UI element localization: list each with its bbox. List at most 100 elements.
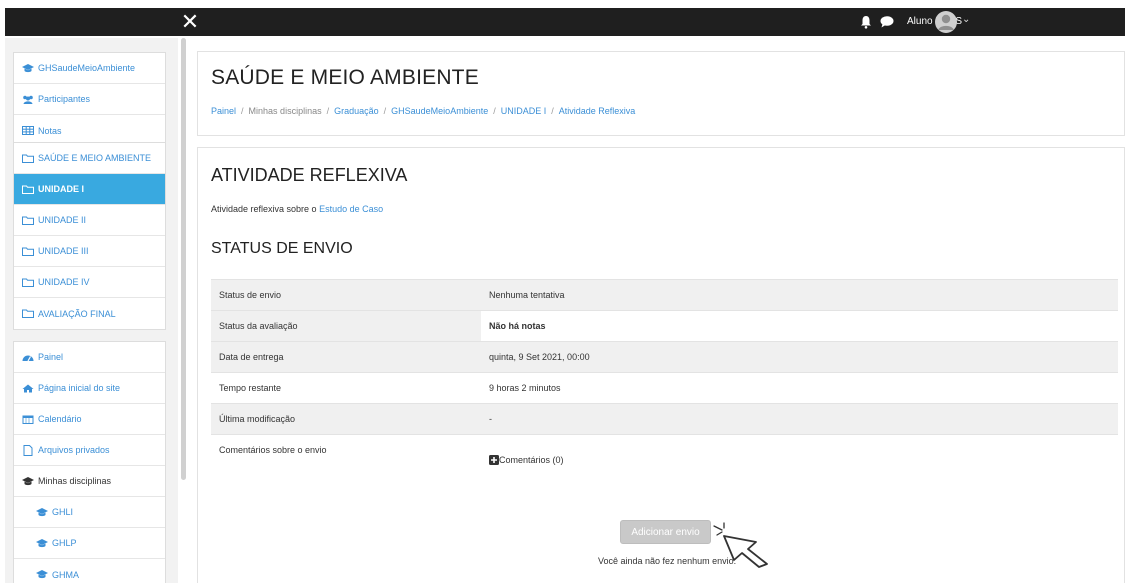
- nav-item-label: GHLI: [52, 507, 74, 517]
- nav-item-course-ghlp[interactable]: GHLP: [14, 528, 165, 559]
- drawer-scrollbar[interactable]: [181, 38, 186, 480]
- nav-item-label: Página inicial do site: [38, 383, 121, 393]
- graduation-cap-icon: [36, 570, 48, 579]
- submission-status-table: Status de envio Nenhuma tentativa Status…: [211, 279, 1118, 483]
- plus-square-icon: [489, 455, 499, 465]
- graduation-cap-icon: [36, 507, 48, 516]
- nav-item-avaliacao-final[interactable]: AVALIAÇÃO FINAL: [14, 298, 165, 329]
- graduation-cap-icon: [22, 63, 34, 72]
- nav-item-label: Participantes: [38, 94, 91, 104]
- chevron-down-icon[interactable]: ⌄: [962, 14, 970, 25]
- breadcrumb-separator: /: [383, 106, 387, 116]
- graduation-cap-icon: [36, 538, 48, 547]
- nav-item-label: Calendário: [38, 414, 82, 424]
- site-nav: Painel Página inicial do site Calendário…: [13, 341, 166, 583]
- top-navbar: ✕ Aluno FPCS ⌄: [5, 8, 1125, 36]
- comments-label: Comentários (0): [499, 455, 564, 465]
- breadcrumb-graduacao[interactable]: Graduação: [334, 106, 379, 116]
- nav-item-label: SAÚDE E MEIO AMBIENTE: [38, 153, 152, 163]
- nav-item-course-home[interactable]: GHSaudeMeioAmbiente: [14, 53, 165, 84]
- nav-item-label: Painel: [38, 352, 64, 362]
- nav-item-site-home[interactable]: Página inicial do site: [14, 373, 165, 404]
- nav-item-label: Arquivos privados: [38, 445, 110, 455]
- table-row: Tempo restante 9 horas 2 minutos: [211, 372, 1118, 404]
- nav-item-participants[interactable]: Participantes: [14, 84, 165, 115]
- nav-item-painel[interactable]: Painel: [14, 342, 165, 373]
- page-header-card: [197, 51, 1125, 136]
- nav-item-course-ghli[interactable]: GHLI: [14, 497, 165, 528]
- breadcrumb-minhas-disciplinas: Minhas disciplinas: [248, 106, 322, 116]
- row-value: Não há notas: [481, 310, 1118, 342]
- row-label: Status da avaliação: [211, 310, 481, 342]
- nav-item-private-files[interactable]: Arquivos privados: [14, 435, 165, 466]
- bell-icon[interactable]: [860, 15, 872, 29]
- breadcrumb-activity[interactable]: Atividade Reflexiva: [559, 106, 636, 116]
- nav-item-course-ghma[interactable]: GHMA: [14, 559, 165, 583]
- breadcrumb-separator: /: [493, 106, 496, 116]
- table-row: Última modificação -: [211, 403, 1118, 435]
- close-drawer-icon[interactable]: ✕: [178, 10, 202, 34]
- calendar-icon: [22, 415, 34, 424]
- graduation-cap-icon: [22, 476, 34, 485]
- row-label: Status de envio: [211, 279, 481, 311]
- activity-description-text: Atividade reflexiva sobre o: [211, 204, 320, 214]
- breadcrumb-painel[interactable]: Painel: [211, 106, 236, 116]
- nav-item-unidade-4[interactable]: UNIDADE IV: [14, 267, 165, 298]
- nav-item-label: AVALIAÇÃO FINAL: [38, 308, 116, 319]
- folder-icon: [22, 185, 34, 194]
- breadcrumb-unit[interactable]: UNIDADE I: [501, 106, 547, 116]
- nav-item-label: Notas: [38, 125, 62, 136]
- row-value: Comentários (0): [481, 434, 1118, 483]
- nav-item-label: GHMA: [52, 569, 79, 580]
- table-row: Status de envio Nenhuma tentativa: [211, 279, 1118, 311]
- nav-item-unidade-2[interactable]: UNIDADE II: [14, 205, 165, 236]
- folder-icon: [22, 216, 34, 225]
- nav-item-my-courses[interactable]: Minhas disciplinas: [14, 466, 165, 497]
- folder-icon: [22, 278, 34, 287]
- breadcrumb-separator: /: [241, 106, 244, 116]
- folder-icon: [22, 247, 34, 256]
- nav-item-label: UNIDADE I: [38, 184, 85, 194]
- activity-description: Atividade reflexiva sobre o Estudo de Ca…: [211, 204, 383, 214]
- nav-item-label: UNIDADE IV: [38, 277, 90, 287]
- nav-item-calendar[interactable]: Calendário: [14, 404, 165, 435]
- comments-toggle[interactable]: Comentários (0): [489, 455, 1118, 465]
- folder-icon: [22, 154, 34, 163]
- page-title: SAÚDE E MEIO AMBIENTE: [211, 66, 479, 89]
- row-value: Nenhuma tentativa: [481, 279, 1118, 311]
- activity-title: ATIVIDADE REFLEXIVA: [211, 165, 408, 185]
- table-row: Comentários sobre o envio Comentários (0…: [211, 434, 1118, 483]
- nav-item-label: Minhas disciplinas: [38, 476, 112, 486]
- nav-item-label: GHLP: [52, 538, 77, 548]
- nav-item-label: UNIDADE III: [38, 246, 89, 256]
- row-label: Tempo restante: [211, 372, 481, 404]
- chat-icon[interactable]: [880, 15, 894, 28]
- click-cursor-icon: [713, 522, 768, 568]
- row-value: 9 horas 2 minutos: [481, 372, 1118, 404]
- nav-item-unidade-3[interactable]: UNIDADE III: [14, 236, 165, 267]
- table-row: Data de entrega quinta, 9 Set 2021, 00:0…: [211, 341, 1118, 373]
- breadcrumb-course[interactable]: GHSaudeMeioAmbiente: [391, 106, 488, 116]
- add-submission-button[interactable]: Adicionar envio: [620, 520, 711, 544]
- breadcrumb-separator: /: [551, 106, 554, 116]
- folder-icon: [22, 309, 34, 318]
- row-label: Última modificação: [211, 403, 481, 435]
- users-icon: [23, 95, 33, 104]
- row-value: -: [481, 403, 1118, 435]
- sections-nav: SAÚDE E MEIO AMBIENTE UNIDADE I UNIDADE …: [13, 142, 166, 330]
- table-icon: [22, 126, 34, 135]
- breadcrumb: Painel / Minhas disciplinas / Graduação / GHSa…: [211, 106, 635, 116]
- row-value: quinta, 9 Set 2021, 00:00: [481, 341, 1118, 373]
- file-icon: [23, 444, 33, 456]
- avatar-icon[interactable]: [935, 11, 957, 33]
- nav-item-unidade-1[interactable]: UNIDADE I: [14, 174, 165, 205]
- home-icon: [22, 384, 34, 392]
- nav-item-section-saude[interactable]: SAÚDE E MEIO AMBIENTE: [14, 143, 165, 174]
- nav-item-label: GHSaudeMeioAmbiente: [38, 63, 136, 73]
- row-label: Data de entrega: [211, 341, 481, 373]
- table-row: Status da avaliação Não há notas: [211, 310, 1118, 342]
- case-study-link[interactable]: Estudo de Caso: [319, 204, 383, 214]
- row-label: Comentários sobre o envio: [211, 434, 481, 483]
- dashboard-icon: [22, 355, 34, 361]
- submission-status-heading: STATUS DE ENVIO: [211, 240, 353, 257]
